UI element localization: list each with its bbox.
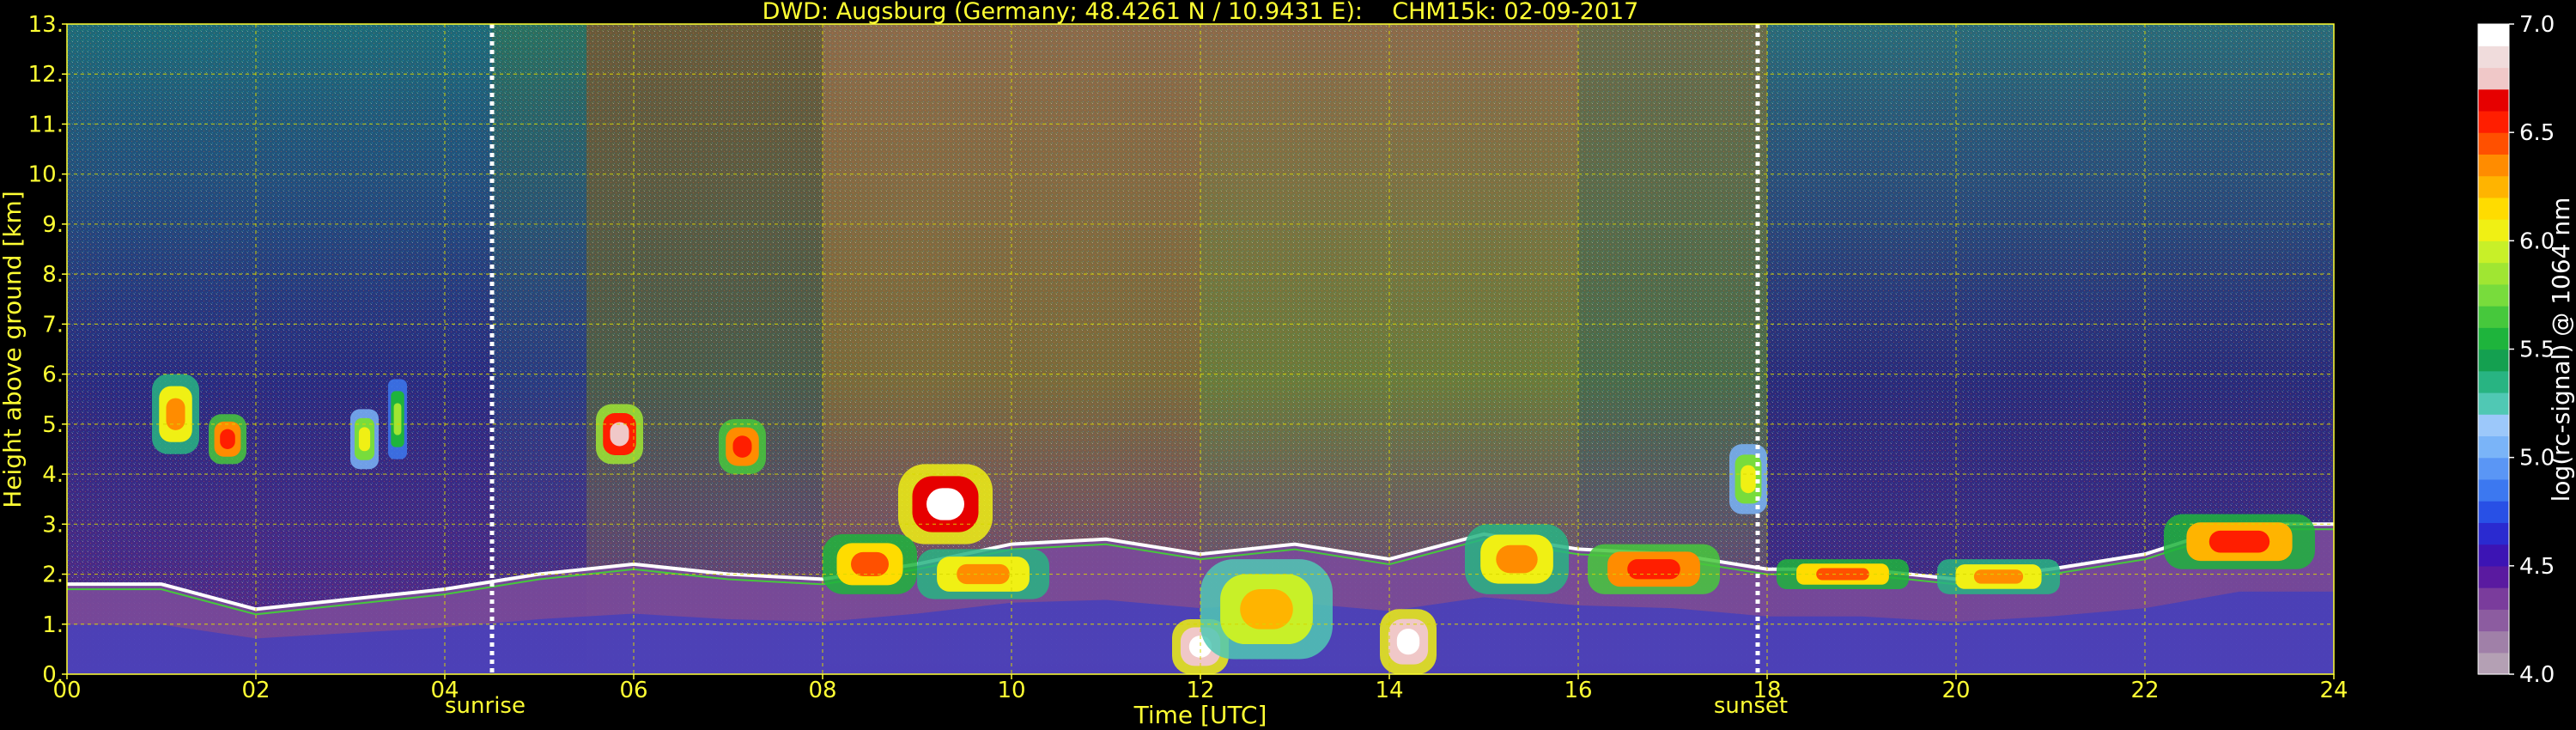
colorbar-swatch: [2478, 544, 2509, 567]
y-tick-label: 7.: [42, 312, 64, 338]
y-tick-label: 12.: [28, 62, 64, 88]
colorbar-swatch: [2478, 154, 2509, 177]
x-tick-label: 10: [997, 678, 1025, 703]
x-tick-label: 18: [1753, 678, 1781, 703]
colorbar-tick-label: 6.5: [2519, 120, 2555, 146]
colorbar-swatches: [2478, 24, 2509, 675]
colorbar-swatch: [2478, 24, 2509, 46]
y-tick-label: 1.: [42, 612, 64, 638]
colorbar-swatch: [2478, 478, 2509, 502]
cloud-feature: [388, 379, 407, 459]
x-tick-label: 06: [619, 678, 647, 703]
colorbar-swatch: [2478, 652, 2509, 675]
colorbar-swatch: [2478, 67, 2509, 90]
ceilometer-chart: sunrise sunset 0.1.2.3.4.5.6.7.8.9.10.11.…: [0, 0, 2575, 729]
cloud-feature: [1729, 444, 1767, 514]
colorbar-swatch: [2478, 370, 2509, 393]
y-tick-label: 8.: [42, 262, 64, 288]
x-tick-label: 14: [1375, 678, 1403, 703]
cloud-feature: [1465, 524, 1569, 594]
colorbar-title: log(rc-signal) @ 1064 nm: [2547, 198, 2575, 502]
x-tick-label: 16: [1564, 678, 1592, 703]
colorbar-swatch: [2478, 46, 2509, 69]
y-axis-title: Height above ground [km]: [0, 191, 27, 508]
colorbar-swatch: [2478, 609, 2509, 632]
colorbar-swatch: [2478, 501, 2509, 523]
colorbar-swatch: [2478, 414, 2509, 437]
cloud-feature: [152, 374, 199, 454]
cloud-feature: [898, 464, 993, 544]
cloud-feature: [209, 414, 246, 465]
x-tick-label: 08: [808, 678, 836, 703]
colorbar-swatch: [2478, 240, 2509, 264]
colorbar-swatch: [2478, 88, 2509, 112]
ceilometer-plot-page: sunrise sunset 0. 1. 2. 3. 4. 5. 6. 7. 8. 9. 10. 11.…: [0, 0, 2576, 730]
y-tick-label: 10.: [28, 162, 64, 188]
y-tick-label: 11.: [28, 112, 64, 137]
colorbar-swatch: [2478, 565, 2509, 588]
colorbar-swatch: [2478, 110, 2509, 133]
colorbar-swatch: [2478, 132, 2509, 155]
colorbar-swatch: [2478, 327, 2509, 350]
x-axis-ticks: 00 02 04 06 08 10 12 14 16 18 20 22 24: [52, 674, 2348, 703]
x-tick-label: 22: [2130, 678, 2159, 703]
cloud-feature: [350, 409, 379, 470]
colorbar-swatch: [2478, 197, 2509, 220]
colorbar-swatch: [2478, 219, 2509, 241]
colorbar-swatch: [2478, 522, 2509, 545]
colorbar-swatch: [2478, 306, 2509, 328]
cloud-feature: [596, 404, 643, 465]
colorbar-swatch: [2478, 587, 2509, 610]
y-tick-label: 13.: [28, 12, 64, 38]
colorbar-swatch: [2478, 630, 2509, 654]
x-tick-label: 02: [241, 678, 270, 703]
y-axis-ticks: 0.1.2.3.4.5.6.7.8.9.10.11.12.13.: [28, 12, 67, 688]
x-axis-title: Time [UTC]: [1133, 701, 1267, 729]
y-tick-label: 9.: [42, 212, 64, 238]
cloud-feature: [2164, 514, 2315, 569]
colorbar-swatch: [2478, 349, 2509, 372]
colorbar-swatch: [2478, 175, 2509, 198]
cloud-feature: [1380, 609, 1437, 674]
y-tick-label: 5.: [42, 412, 64, 438]
colorbar-swatch: [2478, 435, 2509, 459]
x-tick-label: 20: [1941, 678, 1970, 703]
x-tick-label: 00: [52, 678, 81, 703]
x-tick-label: 24: [2319, 678, 2348, 703]
colorbar-tick-label: 7.0: [2519, 12, 2555, 38]
colorbar-swatch: [2478, 392, 2509, 415]
x-tick-label: 04: [430, 678, 459, 703]
colorbar-tick-label: 4.0: [2519, 662, 2555, 688]
cloud-feature: [1588, 544, 1720, 594]
y-tick-label: 3.: [42, 512, 64, 538]
y-tick-label: 6.: [42, 362, 64, 388]
cloud-feature: [823, 533, 917, 594]
plot-area: sunrise sunset: [66, 23, 2335, 719]
colorbar-tick-label: 4.5: [2519, 554, 2555, 580]
cloud-feature: [719, 419, 766, 475]
colorbar-swatch: [2478, 283, 2509, 307]
colorbar: 4.04.55.05.56.06.57.0 log(rc-signal) @ 1…: [2477, 12, 2575, 688]
y-tick-label: 4.: [42, 462, 64, 488]
chart-title: DWD: Augsburg (Germany; 48.4261 N / 10.9…: [762, 0, 1639, 25]
y-tick-label: 2.: [42, 563, 64, 588]
colorbar-swatch: [2478, 457, 2509, 480]
x-tick-label: 12: [1186, 678, 1214, 703]
colorbar-swatch: [2478, 262, 2509, 285]
